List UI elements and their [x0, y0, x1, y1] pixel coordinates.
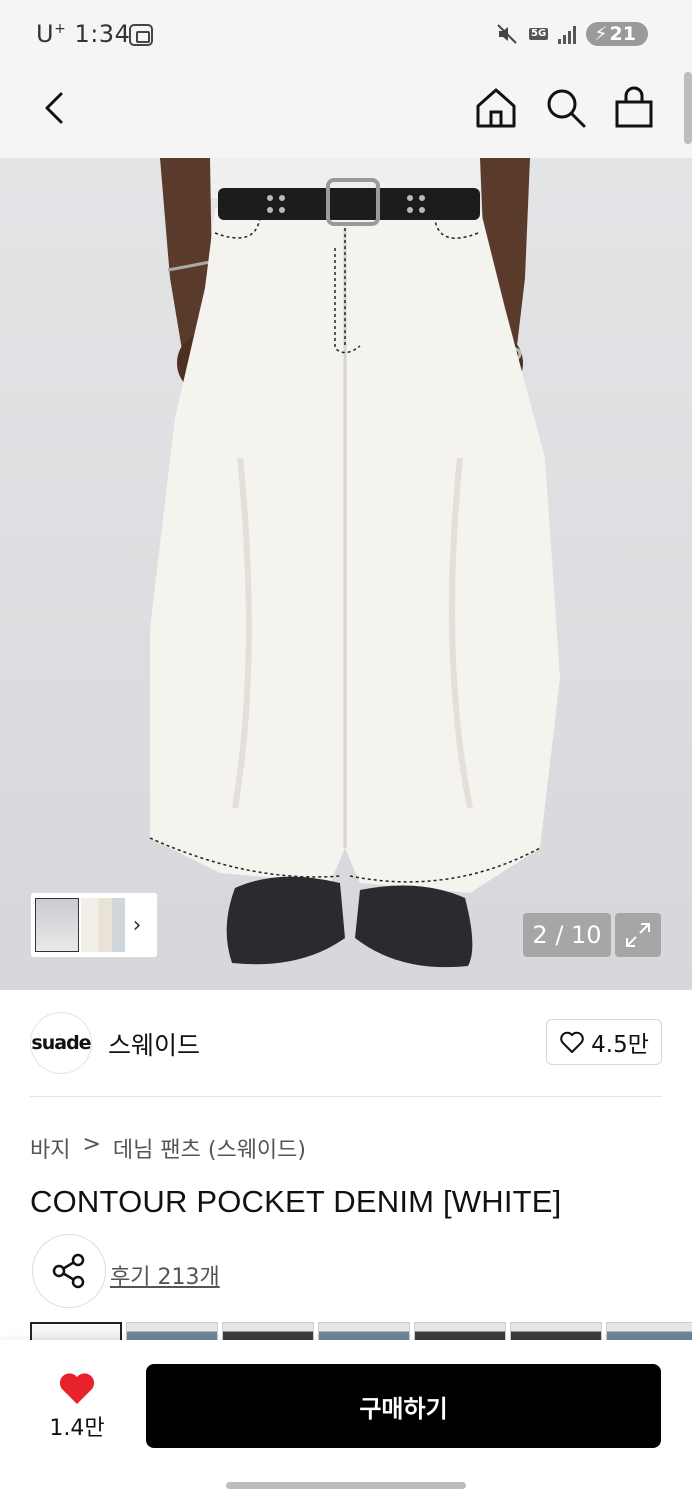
app-header [0, 72, 692, 158]
product-title: CONTOUR POCKET DENIM [WHITE] [30, 1184, 562, 1219]
wishlist-count: 1.4만 [49, 1416, 105, 1441]
breadcrumb-separator: > [82, 1132, 101, 1157]
color-option[interactable] [126, 1322, 218, 1340]
heart-outline-icon [560, 1031, 584, 1053]
breadcrumb-item-subcategory[interactable]: 데님 팬츠 (스웨이드) [113, 1132, 306, 1164]
divider [30, 1096, 662, 1097]
wishlist-button[interactable]: 1.4만 [40, 1370, 114, 1446]
mute-icon [495, 22, 519, 46]
image-page-counter: 2 / 10 [523, 913, 611, 957]
heart-filled-icon [59, 1373, 95, 1404]
brand-name[interactable]: 스웨이드 [108, 1026, 200, 1062]
scroll-indicator [684, 72, 692, 144]
search-icon [547, 89, 586, 128]
buy-button[interactable]: 구매하기 [146, 1364, 661, 1448]
brand-like-button[interactable]: 4.5만 [546, 1019, 662, 1065]
gallery-thumbnail[interactable] [35, 898, 79, 952]
gallery-thumbnail[interactable] [81, 898, 125, 952]
color-option[interactable] [318, 1322, 410, 1340]
status-bar: U+ 1:34 5G ⚡ 21 [0, 0, 692, 72]
home-icon [476, 88, 516, 128]
color-option[interactable] [222, 1322, 314, 1340]
search-button[interactable] [542, 84, 590, 132]
brand-like-count: 4.5만 [591, 1032, 649, 1058]
home-indicator[interactable] [226, 1482, 466, 1489]
expand-image-button[interactable] [615, 913, 661, 957]
color-option[interactable] [30, 1322, 122, 1340]
shopping-bag-button[interactable] [610, 84, 658, 132]
gallery-thumbnail-strip[interactable]: › [30, 892, 158, 958]
brand-row: suade 스웨이드 4.5만 [30, 1012, 662, 1074]
breadcrumb-item-category[interactable]: 바지 [30, 1132, 70, 1164]
breadcrumb: 바지 > 데님 팬츠 (스웨이드) [30, 1132, 306, 1164]
share-button[interactable] [32, 1234, 106, 1308]
color-option-list [30, 1322, 692, 1340]
signal-icon [558, 24, 577, 44]
bottom-action-bar: 1.4만 구매하기 [0, 1340, 692, 1500]
color-option[interactable] [510, 1322, 602, 1340]
back-button[interactable] [34, 86, 78, 130]
brand-logo[interactable]: suade [30, 1012, 92, 1074]
clock: 1:34 [74, 20, 131, 48]
chevron-right-icon[interactable]: › [127, 913, 147, 938]
color-option[interactable] [414, 1322, 506, 1340]
reviews-link[interactable]: 후기 213개 [110, 1259, 220, 1291]
network-type-badge: 5G [529, 28, 549, 40]
back-icon [45, 92, 63, 124]
expand-icon [626, 923, 650, 947]
color-option[interactable] [606, 1322, 692, 1340]
product-photo [149, 158, 560, 968]
battery-indicator: ⚡ 21 [586, 22, 648, 46]
battery-icon: ⚡ [594, 23, 608, 45]
share-icon [52, 1253, 85, 1289]
screen-capture-icon [129, 24, 153, 46]
carrier-label: U+ 1:34 [36, 20, 131, 48]
shopping-bag-icon [615, 86, 653, 128]
home-button[interactable] [472, 84, 520, 132]
product-image-gallery[interactable]: › 2 / 10 [0, 158, 692, 990]
